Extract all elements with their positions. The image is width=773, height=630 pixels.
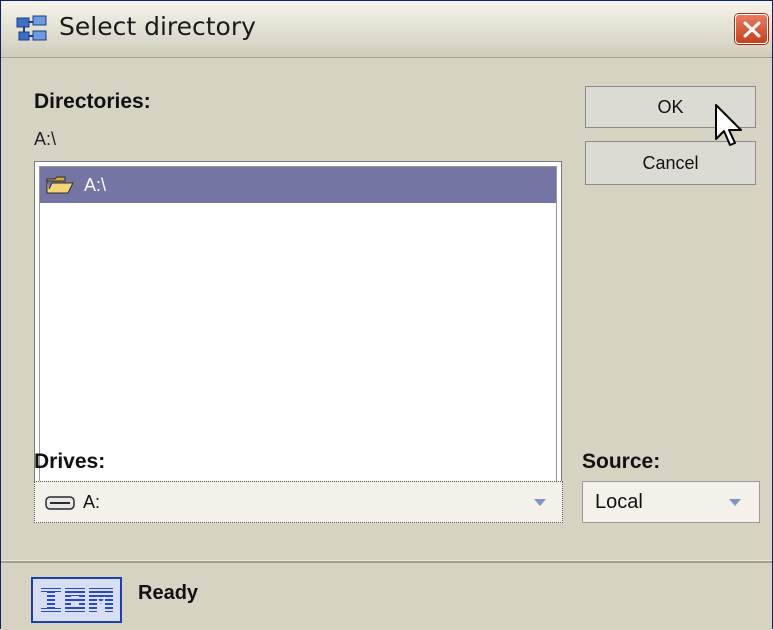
drives-selected-value: A: (83, 492, 101, 512)
source-selected-value: Local (595, 491, 643, 513)
source-combobox[interactable]: Local (582, 481, 760, 523)
mouse-pointer-icon (714, 103, 744, 153)
select-directory-dialog: Select directory Directories: A:\ A:\ OK… (0, 0, 773, 630)
title-bar[interactable]: Select directory (1, 1, 772, 58)
chevron-down-icon (534, 499, 546, 506)
close-button[interactable] (735, 14, 768, 44)
current-path: A:\ (34, 129, 57, 149)
drives-combobox[interactable]: A: (34, 481, 563, 523)
directory-list[interactable]: A:\ (34, 161, 562, 487)
directory-tree-icon (15, 14, 49, 44)
list-item[interactable]: A:\ (40, 167, 556, 203)
open-folder-icon (46, 175, 74, 199)
status-text: Ready (138, 582, 199, 604)
directories-label: Directories: (34, 90, 151, 113)
source-label: Source: (582, 450, 661, 473)
close-icon (743, 21, 761, 38)
chevron-down-icon (729, 499, 741, 506)
window-title: Select directory (59, 12, 256, 41)
drives-label: Drives: (34, 450, 106, 473)
list-item-label: A:\ (84, 175, 107, 195)
status-bar: Ready (1, 561, 772, 630)
ibm-logo (31, 577, 122, 623)
dialog-body: Directories: A:\ A:\ OK Cancel Drives: A… (1, 58, 772, 560)
drive-icon (45, 495, 75, 515)
